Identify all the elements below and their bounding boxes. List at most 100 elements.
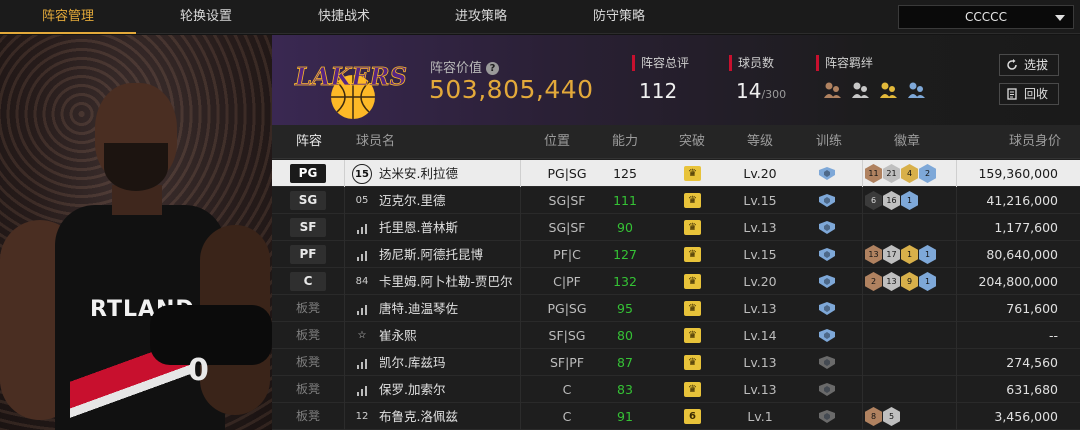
lineup-slot-badge[interactable]: C	[290, 272, 326, 291]
player-value: 1,177,600	[994, 220, 1058, 235]
table-row[interactable]: SG 05 迈克尔.里德 SG|SF 111 ♛ Lv.15 6 16 1 41,216,000	[272, 187, 1080, 214]
table-row[interactable]: 板凳 12 布鲁克.洛佩兹 C 91 6 Lv.1 8 5 3,456,000	[272, 403, 1080, 430]
player-ability: 132	[613, 274, 637, 289]
player-value: 761,600	[1006, 301, 1058, 316]
table-row[interactable]: 板凳 凯尔.库兹玛 SF|PF 87 ♛ Lv.13 274,560	[272, 349, 1080, 376]
badge-list: 85	[865, 407, 901, 426]
tab-lineup-management[interactable]: 阵容管理	[0, 0, 136, 34]
table-row[interactable]: PG 15 达米安.利拉德 PG|SG 125 ♛ Lv.20 11 21 4 2 159,360,0…	[272, 160, 1080, 187]
breakthrough-crown-icon[interactable]: ♛	[684, 382, 701, 397]
bench-label: 板凳	[295, 328, 320, 342]
training-badge-icon[interactable]	[818, 328, 836, 343]
player-ability: 95	[617, 301, 633, 316]
player-level: Lv.15	[743, 193, 777, 208]
lineup-value-label-row: 阵容价值?	[430, 57, 500, 76]
breakthrough-crown-icon[interactable]: ♛	[684, 220, 701, 235]
player-ability: 90	[617, 220, 633, 235]
badge-tier-icon: 13	[883, 272, 900, 291]
player-count-max: /300	[761, 88, 787, 101]
table-row[interactable]: 板凳 唐特.迪温琴佐 PG|SG 95 ♛ Lv.13 761,600	[272, 295, 1080, 322]
tab-offense-strategy[interactable]: 进攻策略	[413, 0, 549, 34]
training-badge-icon[interactable]	[818, 409, 836, 424]
jersey-number-badge: 84	[355, 276, 369, 287]
table-row[interactable]: PF 扬尼斯.阿德托昆博 PF|C 127 ♛ Lv.15 13 17 1 1 80,640,000	[272, 241, 1080, 268]
player-count: 14/300	[736, 79, 786, 103]
signal-bars-icon	[357, 305, 367, 315]
arm-sleeve	[150, 305, 272, 365]
chemistry-label: 阵容羁绊	[816, 55, 873, 71]
training-badge-icon[interactable]	[818, 274, 836, 289]
bench-label: 板凳	[295, 301, 320, 315]
lineup-slot-badge[interactable]: SF	[290, 218, 326, 237]
training-badge-icon[interactable]	[818, 220, 836, 235]
lineup-slot-badge[interactable]: SG	[290, 191, 326, 210]
chemistry-silver-icon[interactable]	[850, 80, 870, 100]
table-row[interactable]: 板凳 ☆ 崔永熙 SF|SG 80 ♛ Lv.14 --	[272, 322, 1080, 349]
recycle-button[interactable]: 回收	[999, 83, 1059, 105]
breakthrough-crown-icon[interactable]: ♛	[684, 166, 701, 181]
player-value: 41,216,000	[986, 193, 1058, 208]
chemistry-gold-icon[interactable]	[878, 80, 898, 100]
tab-quick-tactics[interactable]: 快捷战术	[276, 0, 412, 34]
table-row[interactable]: C 84 卡里姆.阿卜杜勒-贾巴尔 C|PF 132 ♛ Lv.20 2 13 9 1 204,800…	[272, 268, 1080, 295]
table-row[interactable]: 板凳 保罗.加索尔 C 83 ♛ Lv.13 631,680	[272, 376, 1080, 403]
lineup-slot-badge[interactable]: PF	[290, 245, 326, 264]
recycle-button-label: 回收	[1024, 87, 1049, 101]
table-header: 阵容 球员名 位置 能力 突破 等级 训练 徽章 球员身价	[272, 125, 1080, 159]
pick-button[interactable]: 选拔	[999, 54, 1059, 76]
player-value: 204,800,000	[978, 274, 1058, 289]
breakthrough-crown-icon[interactable]: 6	[684, 409, 701, 424]
refresh-icon	[1007, 59, 1017, 70]
team-selector-dropdown[interactable]: CCCCC	[898, 5, 1074, 29]
chevron-down-icon	[1055, 15, 1065, 21]
player-level: Lv.20	[743, 166, 777, 181]
table-row[interactable]: SF 托里恩.普林斯 SG|SF 90 ♛ Lv.13 1,177,600	[272, 214, 1080, 241]
badge-tier-icon: 8	[865, 407, 882, 426]
tab-rotation-settings[interactable]: 轮换设置	[138, 0, 274, 34]
player-value: 159,360,000	[978, 166, 1058, 181]
breakthrough-crown-icon[interactable]: ♛	[684, 247, 701, 262]
player-level: Lv.13	[743, 355, 777, 370]
team-logo-text: LAKERS	[294, 62, 407, 91]
breakthrough-crown-icon[interactable]: ♛	[684, 328, 701, 343]
breakthrough-crown-icon[interactable]: ♛	[684, 355, 701, 370]
chemistry-blue-icon[interactable]	[906, 80, 926, 100]
help-icon[interactable]: ?	[486, 62, 500, 75]
training-badge-icon[interactable]	[818, 301, 836, 316]
player-level: Lv.13	[743, 301, 777, 316]
training-badge-icon[interactable]	[818, 166, 836, 181]
training-badge-icon[interactable]	[818, 247, 836, 262]
badge-tier-icon: 1	[919, 272, 936, 291]
training-badge-icon[interactable]	[818, 355, 836, 370]
pick-button-label: 选拔	[1024, 58, 1049, 72]
breakthrough-crown-icon[interactable]: ♛	[684, 193, 701, 208]
overall-value: 112	[639, 79, 678, 103]
top-nav: 阵容管理 轮换设置 快捷战术 进攻策略 防守策略 CCCCC	[0, 0, 1080, 34]
breakthrough-crown-icon[interactable]: ♛	[684, 301, 701, 316]
player-name: 崔永熙	[379, 328, 417, 343]
badge-list: 6 16 1	[865, 191, 919, 210]
player-beard	[104, 143, 168, 191]
player-value: 274,560	[1006, 355, 1058, 370]
player-count-value: 14	[736, 79, 762, 103]
badge-tier-icon: 4	[901, 164, 918, 183]
lineup-summary: LAKERS 阵容价值? 503,805,440 阵容总评 112 球员数 14…	[272, 35, 1080, 125]
badge-tier-icon: 5	[883, 407, 900, 426]
signal-bars-icon	[357, 359, 367, 369]
tab-defense-strategy[interactable]: 防守策略	[551, 0, 687, 34]
training-badge-icon[interactable]	[818, 382, 836, 397]
overall-label: 阵容总评	[632, 55, 689, 71]
training-badge-icon[interactable]	[818, 193, 836, 208]
player-ability: 80	[617, 328, 633, 343]
header-lineup: 阵容	[296, 134, 323, 149]
player-name: 布鲁克.洛佩兹	[379, 409, 458, 424]
player-ability: 127	[613, 247, 637, 262]
badge-list: 11 21 4 2	[865, 164, 937, 183]
player-value: 631,680	[1006, 382, 1058, 397]
player-portrait: RTLAND 0	[0, 35, 272, 430]
badge-tier-icon: 6	[865, 191, 882, 210]
breakthrough-crown-icon[interactable]: ♛	[684, 274, 701, 289]
header-player-value: 球员身价	[1009, 134, 1062, 149]
chemistry-bronze-icon[interactable]	[822, 80, 842, 100]
lineup-slot-badge[interactable]: PG	[290, 164, 326, 183]
